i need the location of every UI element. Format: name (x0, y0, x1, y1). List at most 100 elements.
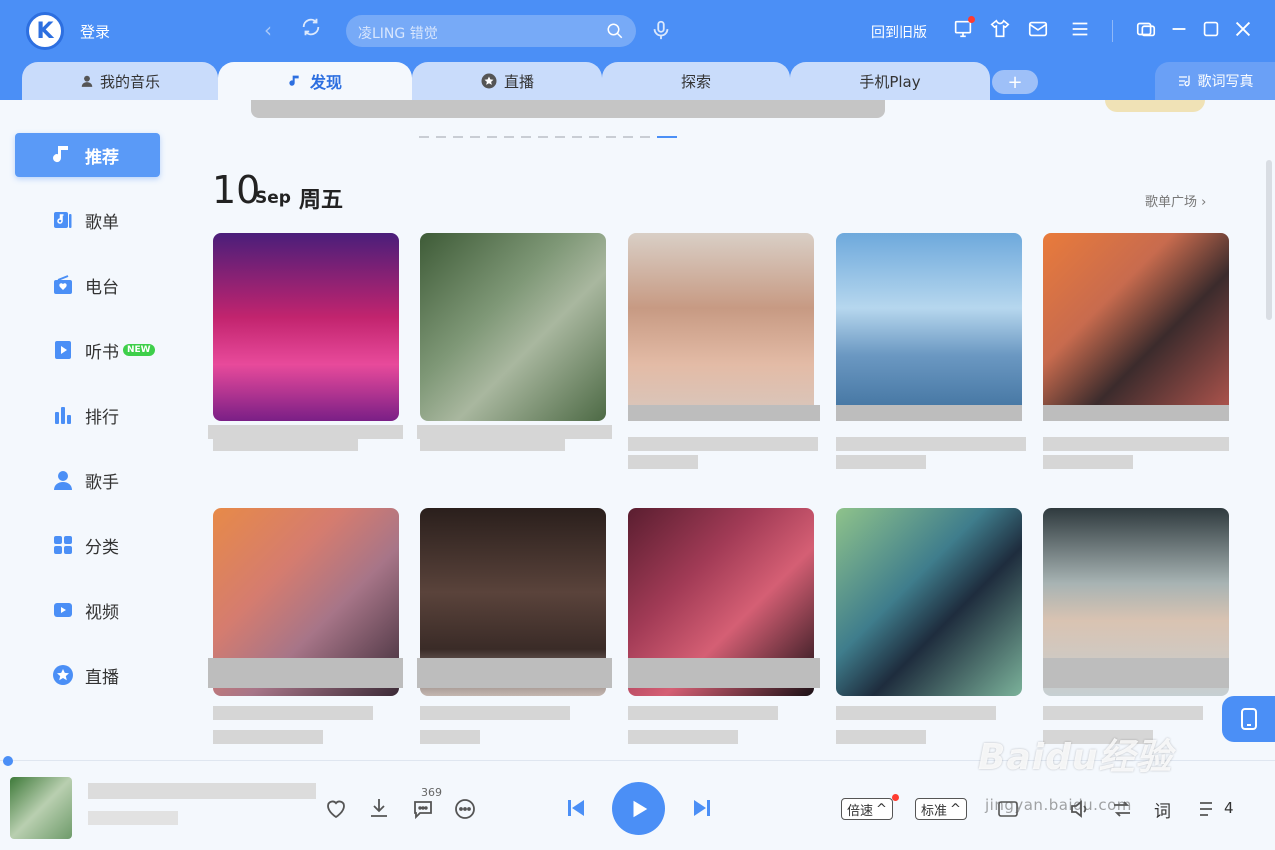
music-note-icon (53, 146, 68, 163)
playlist-queue-icon[interactable] (1196, 797, 1220, 821)
progress-handle[interactable] (3, 756, 13, 766)
singer-icon (54, 471, 72, 490)
video-icon (54, 603, 72, 617)
kugou-logo-icon[interactable]: K (26, 12, 64, 50)
menu-icon[interactable] (1069, 18, 1091, 40)
login-link[interactable]: 登录 (80, 21, 110, 42)
sidebar-item-label: 分类 (85, 537, 119, 558)
search-icon[interactable] (606, 22, 624, 40)
banner-decoration (1105, 100, 1205, 112)
playlist-cover[interactable] (628, 233, 814, 421)
bar-chart-icon (55, 407, 71, 424)
chevron-up-icon: ^ (876, 801, 887, 817)
comment-count: 369 (421, 786, 442, 799)
heart-icon[interactable] (324, 797, 348, 821)
sidebar-item-label: 听书 (85, 342, 119, 363)
tab-live[interactable]: 直播 (412, 62, 602, 100)
lyric-photo-button[interactable]: 歌词写真 (1155, 62, 1275, 100)
comment-icon[interactable] (411, 797, 435, 821)
quality-label: 标准 (921, 803, 948, 819)
now-playing-cover[interactable] (10, 777, 72, 839)
watermark-brand: Baidu经验 (978, 737, 1173, 778)
mail-icon[interactable] (1027, 18, 1049, 40)
search-input[interactable]: 凌LING 错觉 (358, 23, 438, 43)
play-icon (633, 800, 647, 817)
playlist-icon (54, 212, 72, 228)
date-month: Sep (255, 188, 291, 208)
new-badge: NEW (123, 344, 155, 356)
notification-dot (968, 16, 975, 23)
lyrics-toggle[interactable]: 词 (1154, 797, 1171, 822)
mini-mode-icon[interactable] (1135, 18, 1157, 40)
banner-image[interactable] (251, 100, 885, 118)
radio-icon (54, 275, 72, 294)
close-icon[interactable] (1232, 18, 1254, 40)
live-star-icon (53, 665, 73, 685)
tab-mobile-play[interactable]: 手机Play (790, 62, 990, 100)
playlist-cover[interactable] (836, 508, 1022, 696)
minimize-icon[interactable] (1168, 18, 1190, 40)
divider (1112, 20, 1113, 42)
mobile-connect-button[interactable] (1222, 696, 1275, 742)
sidebar: 推荐 歌单 电台 听书 NEW 排行 歌手 分类 视频 直播 (0, 100, 180, 760)
carousel-indicator[interactable] (419, 136, 677, 138)
old-version-link[interactable]: 回到旧版 (871, 22, 927, 42)
sidebar-item-label: 电台 (85, 277, 119, 298)
lyric-photo-label: 歌词写真 (1197, 74, 1254, 90)
skin-shirt-icon[interactable] (989, 18, 1011, 40)
tab-explore[interactable]: 探索 (602, 62, 790, 100)
sidebar-item-label: 视频 (85, 602, 119, 623)
now-playing-artist[interactable] (88, 811, 178, 825)
tab-my-music[interactable]: 我的音乐 (22, 62, 218, 100)
tab-label: 发现 (309, 73, 342, 92)
now-playing-title[interactable] (88, 783, 316, 799)
playlist-cover[interactable] (213, 233, 399, 421)
play-button[interactable] (612, 782, 665, 835)
sidebar-item-singer[interactable]: 歌手 (15, 458, 160, 502)
playlist-plaza-link[interactable]: 歌单广场 › (1145, 191, 1206, 210)
sidebar-item-recommend[interactable]: 推荐 (15, 133, 160, 177)
music-note-icon (289, 75, 299, 86)
quality-button[interactable]: 标准 ^ (915, 798, 967, 820)
search-box[interactable]: 凌LING 错觉 (346, 15, 636, 47)
tab-discover[interactable]: 发现 (218, 62, 412, 100)
tab-label: 手机Play (859, 72, 921, 91)
tab-label: 探索 (680, 72, 711, 91)
download-icon[interactable] (367, 796, 391, 820)
date-weekday: 周五 (299, 188, 344, 213)
refresh-icon[interactable] (300, 16, 322, 38)
speed-notification-dot (892, 794, 899, 801)
sidebar-item-playlist[interactable]: 歌单 (15, 198, 160, 242)
book-play-icon (55, 341, 71, 359)
speed-label: 倍速 (847, 803, 874, 819)
add-tab-button[interactable]: + (992, 70, 1038, 94)
voice-search-icon[interactable] (650, 18, 672, 42)
speed-button[interactable]: 倍速 ^ (841, 798, 893, 820)
sidebar-item-ranking[interactable]: 排行 (15, 393, 160, 437)
next-track-icon[interactable] (690, 796, 714, 820)
maximize-icon[interactable] (1200, 18, 1222, 40)
queue-count: 4 (1224, 799, 1234, 817)
sidebar-item-label: 直播 (85, 667, 119, 688)
scrollbar[interactable] (1266, 160, 1272, 320)
previous-track-icon[interactable] (564, 796, 588, 820)
lyrics-icon (1178, 75, 1190, 87)
sidebar-item-label: 歌单 (85, 212, 119, 233)
tab-label: 我的音乐 (99, 72, 160, 91)
sidebar-item-radio[interactable]: 电台 (15, 263, 160, 307)
more-icon[interactable] (453, 797, 477, 821)
sidebar-item-video[interactable]: 视频 (15, 588, 160, 632)
playlist-cover[interactable] (836, 233, 1022, 421)
category-icon (54, 536, 72, 554)
sidebar-item-live[interactable]: 直播 (15, 653, 160, 697)
sidebar-item-label: 排行 (85, 407, 119, 428)
sidebar-item-category[interactable]: 分类 (15, 523, 160, 567)
playlist-cover[interactable] (1043, 233, 1229, 421)
date-day: 10 (212, 168, 261, 212)
playlist-cover[interactable] (420, 233, 606, 421)
back-arrow-icon[interactable]: ‹ (264, 18, 272, 42)
sidebar-item-audiobook[interactable]: 听书 NEW (15, 328, 160, 372)
tab-label: 直播 (503, 72, 534, 91)
sidebar-item-label: 推荐 (85, 147, 119, 168)
star-icon (481, 73, 497, 89)
